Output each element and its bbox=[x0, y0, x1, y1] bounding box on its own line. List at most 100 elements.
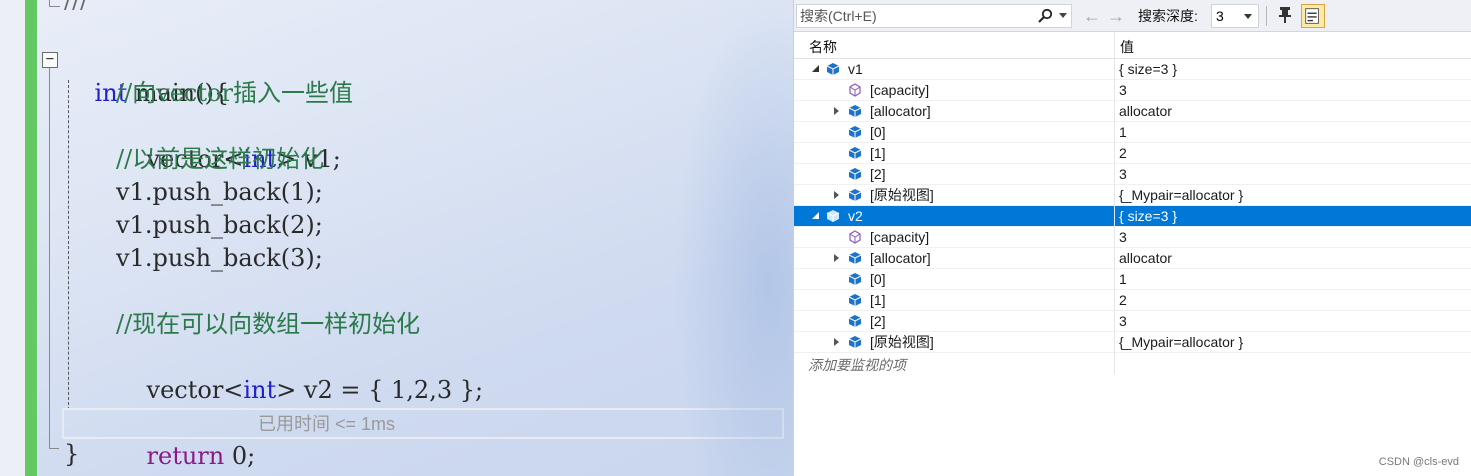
watch-row-name: v2 bbox=[848, 208, 863, 224]
code-editor[interactable]: /// − int main(){ //向vector插入一些值 vector<… bbox=[0, 0, 793, 476]
watch-row-value[interactable]: allocator bbox=[1119, 250, 1172, 267]
search-input[interactable]: 搜索(Ctrl+E) bbox=[796, 4, 1072, 28]
watch-row[interactable]: [0] 1 bbox=[794, 122, 1471, 143]
watch-row-value[interactable]: 1 bbox=[1119, 124, 1127, 141]
code-line[interactable]: v1.push_back(3); bbox=[116, 242, 323, 275]
watermark: CSDN @cls-evd bbox=[1378, 456, 1459, 468]
keyword: int bbox=[243, 376, 277, 404]
collapse-toggle[interactable]: − bbox=[42, 52, 58, 68]
column-divider[interactable] bbox=[1114, 32, 1115, 374]
perf-tip[interactable]: 已用时间 <= 1ms bbox=[258, 411, 395, 437]
watch-row-value[interactable]: { size=3 } bbox=[1119, 61, 1177, 78]
object-icon bbox=[848, 105, 862, 117]
code-text: vector< bbox=[146, 376, 244, 404]
watch-toolbar: 搜索(Ctrl+E) ← → 搜索深度: 3 bbox=[794, 0, 1471, 32]
watch-row-name: [0] bbox=[870, 271, 886, 287]
code-line[interactable]: v1.push_back(2); bbox=[116, 209, 323, 242]
watch-row-value[interactable]: 3 bbox=[1119, 229, 1127, 246]
collapse-arrow-icon[interactable] bbox=[812, 212, 819, 219]
object-icon bbox=[848, 273, 862, 285]
search-icon[interactable] bbox=[1037, 8, 1053, 24]
watch-row-name: v1 bbox=[848, 61, 863, 77]
watch-row-value[interactable]: 3 bbox=[1119, 82, 1127, 99]
watch-row-value[interactable]: 2 bbox=[1119, 145, 1127, 162]
watch-row[interactable]: [原始视图] {_Mypair=allocator } bbox=[794, 185, 1471, 206]
code-line-return[interactable]: return 0; bbox=[116, 407, 256, 470]
column-header-value[interactable]: 值 bbox=[1120, 37, 1134, 57]
code-text: > v2 = { 1,2,3 }; bbox=[276, 376, 484, 404]
watch-row[interactable]: [2] 3 bbox=[794, 311, 1471, 332]
add-watch-label: 添加要监视的项 bbox=[808, 357, 906, 373]
expand-arrow-icon[interactable] bbox=[834, 254, 839, 262]
code-line-signature[interactable]: int main(){ bbox=[64, 44, 230, 107]
watch-row[interactable]: [原始视图] {_Mypair=allocator } bbox=[794, 332, 1471, 353]
watch-row-value[interactable]: {_Mypair=allocator } bbox=[1119, 187, 1243, 204]
object-icon bbox=[848, 294, 862, 306]
watch-row-value[interactable]: 1 bbox=[1119, 271, 1127, 288]
object-icon bbox=[848, 189, 862, 201]
change-tracking-bar bbox=[25, 0, 37, 476]
collapse-arrow-icon[interactable] bbox=[812, 65, 819, 72]
watch-row[interactable]: [1] 2 bbox=[794, 290, 1471, 311]
pin-icon[interactable] bbox=[1274, 4, 1296, 26]
field-icon bbox=[849, 230, 861, 244]
watch-row[interactable]: [allocator] allocator bbox=[794, 101, 1471, 122]
object-icon bbox=[848, 252, 862, 264]
watch-row[interactable]: [allocator] allocator bbox=[794, 248, 1471, 269]
watch-row[interactable]: v1 { size=3 } bbox=[794, 59, 1471, 80]
code-line-brace[interactable]: } bbox=[64, 438, 79, 471]
outline-bracket bbox=[49, 0, 60, 7]
forward-arrow-icon[interactable]: → bbox=[1107, 7, 1125, 25]
watch-row[interactable]: [2] 3 bbox=[794, 164, 1471, 185]
watch-row-name: [1] bbox=[870, 292, 886, 308]
toolbar-divider bbox=[1266, 6, 1267, 26]
watch-row-value[interactable]: 2 bbox=[1119, 292, 1127, 309]
expand-arrow-icon[interactable] bbox=[834, 107, 839, 115]
object-icon bbox=[826, 210, 840, 222]
back-arrow-icon[interactable]: ← bbox=[1083, 7, 1101, 25]
column-header-name[interactable]: 名称 bbox=[809, 37, 837, 57]
expand-arrow-icon[interactable] bbox=[834, 338, 839, 346]
watch-row[interactable]: [0] 1 bbox=[794, 269, 1471, 290]
editor-margin bbox=[0, 0, 25, 476]
code-line-decl-v2[interactable]: vector<int> v2 = { 1,2,3 }; bbox=[116, 341, 484, 404]
expand-arrow-icon[interactable] bbox=[834, 191, 839, 199]
watch-row-name: [原始视图] bbox=[870, 187, 934, 203]
code-comment[interactable]: //以前是这样初始化 bbox=[116, 143, 324, 176]
watch-row-value[interactable]: {_Mypair=allocator } bbox=[1119, 334, 1243, 351]
field-icon bbox=[849, 83, 861, 97]
watch-row[interactable]: v2 { size=3 } bbox=[794, 206, 1471, 227]
watch-row[interactable]: [capacity] 3 bbox=[794, 80, 1471, 101]
keyword: return bbox=[146, 442, 225, 470]
watch-row-name: [2] bbox=[870, 313, 886, 329]
watch-row-name: [allocator] bbox=[870, 250, 931, 266]
watch-row-value[interactable]: { size=3 } bbox=[1119, 208, 1177, 225]
outline-end bbox=[49, 448, 59, 449]
watch-row-value[interactable]: allocator bbox=[1119, 103, 1172, 120]
chevron-down-icon bbox=[1244, 14, 1252, 19]
object-icon bbox=[848, 336, 862, 348]
code-line[interactable]: v1.push_back(1); bbox=[116, 176, 323, 209]
watch-row-name: [capacity] bbox=[870, 229, 930, 245]
object-icon bbox=[848, 168, 862, 180]
watch-row[interactable]: [capacity] 3 bbox=[794, 227, 1471, 248]
code-comment[interactable]: //现在可以向数组一样初始化 bbox=[116, 308, 420, 341]
code-text: 0; bbox=[224, 442, 256, 470]
hex-display-icon[interactable] bbox=[1301, 4, 1325, 28]
watch-row-value[interactable]: 3 bbox=[1119, 166, 1127, 183]
watch-row-name: [2] bbox=[870, 166, 886, 182]
watch-row-name: [capacity] bbox=[870, 82, 930, 98]
watch-grid: 名称 值 v1 { size=3 } [capacity] 3 [allocator] a… bbox=[794, 32, 1471, 375]
watch-row[interactable]: [1] 2 bbox=[794, 143, 1471, 164]
search-placeholder: 搜索(Ctrl+E) bbox=[800, 8, 877, 24]
code-fragment-top: /// bbox=[64, 0, 89, 14]
chevron-down-icon[interactable] bbox=[1059, 13, 1067, 18]
search-depth-select[interactable]: 3 bbox=[1211, 4, 1259, 28]
code-line-decl-v1[interactable]: vector<int> v1; bbox=[116, 110, 341, 173]
code-comment[interactable]: //向vector插入一些值 bbox=[116, 77, 353, 110]
watch-row-name: [allocator] bbox=[870, 103, 931, 119]
object-icon bbox=[848, 126, 862, 138]
watch-row-value[interactable]: 3 bbox=[1119, 313, 1127, 330]
watch-window: 搜索(Ctrl+E) ← → 搜索深度: 3 名称 值 v1 {size=3 … bbox=[793, 0, 1471, 476]
add-watch-row[interactable]: 添加要监视的项 bbox=[794, 353, 1471, 375]
